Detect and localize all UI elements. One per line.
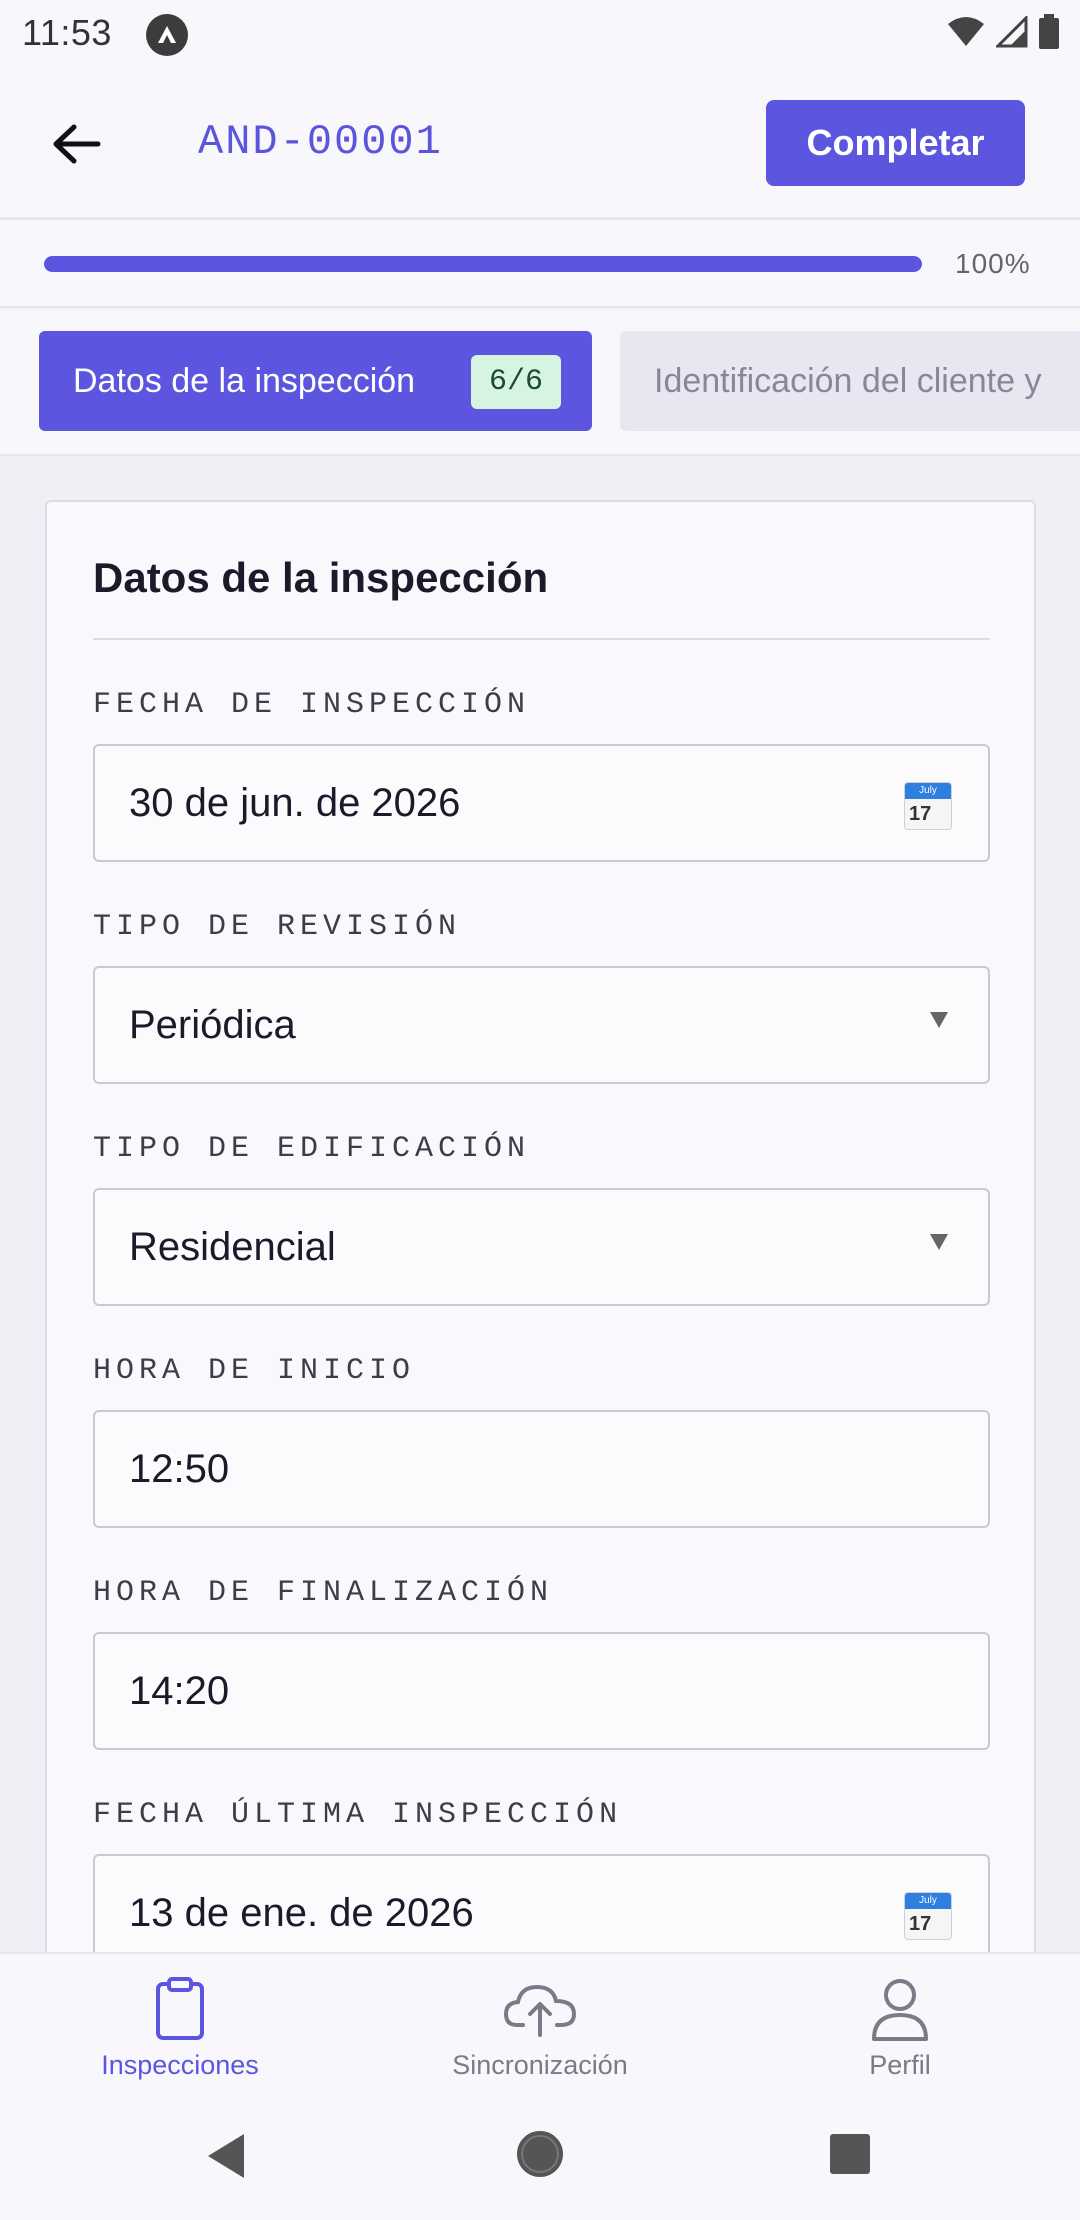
tab-label: Identificación del cliente y [654, 361, 1042, 400]
signal-icon [994, 14, 1028, 53]
building-type-select[interactable]: Residencial [93, 1188, 990, 1306]
end-time-field[interactable]: 14:20 [93, 1632, 990, 1750]
nav-item-inspecciones[interactable]: Inspecciones [30, 1954, 330, 2098]
battery-icon [1038, 14, 1060, 55]
progress-percent: 100% [955, 248, 1031, 279]
divider [93, 638, 990, 640]
nav-item-sincronizacion[interactable]: Sincronización [390, 1954, 690, 2098]
field-value: 12:50 [129, 1446, 230, 1491]
card-title: Datos de la inspección [93, 554, 549, 601]
inspection-date-field[interactable]: 30 de jun. de 2026 July 17 [93, 744, 990, 862]
field-value: 30 de jun. de 2026 [129, 780, 461, 825]
system-back-button[interactable] [204, 2132, 248, 2180]
nav-item-perfil[interactable]: Perfil [750, 1954, 1050, 2098]
field-label: FECHA DE INSPECCIÓN [93, 688, 531, 722]
arrow-left-icon [53, 124, 101, 164]
wifi-icon [946, 16, 986, 53]
tab-progress-badge: 6/6 [471, 355, 561, 409]
caret-down-icon [930, 1234, 948, 1250]
system-home-button[interactable] [514, 2128, 566, 2180]
inspection-data-card: Datos de la inspección FECHA DE INSPECCI… [45, 500, 1036, 1972]
field-label: TIPO DE EDIFICACIÓN [93, 1132, 531, 1166]
field-value: 13 de ene. de 2026 [129, 1890, 474, 1935]
app-notification-icon [146, 14, 188, 56]
status-indicators [946, 14, 1060, 55]
field-label: HORA DE INICIO [93, 1354, 416, 1388]
person-icon [870, 1974, 930, 2044]
system-recents-button[interactable] [828, 2132, 872, 2176]
system-navigation-bar [0, 2096, 1080, 2220]
back-button[interactable] [40, 112, 114, 176]
field-value: Periódica [129, 1002, 296, 1047]
caret-down-icon [930, 1012, 948, 1028]
field-label: FECHA ÚLTIMA INSPECCIÓN [93, 1798, 623, 1832]
tab-identificacion-cliente[interactable]: Identificación del cliente y [620, 331, 1080, 431]
calendar-icon[interactable]: July 17 [904, 782, 952, 830]
progress-bar [44, 256, 922, 272]
calendar-icon[interactable]: July 17 [904, 1892, 952, 1940]
progress-section: 100% [0, 220, 1080, 308]
square-recents-icon [830, 2134, 870, 2174]
circle-home-icon [517, 2131, 563, 2177]
start-time-field[interactable]: 12:50 [93, 1410, 990, 1528]
status-bar: 11:53 [0, 0, 1080, 72]
clipboard-icon [154, 1974, 206, 2044]
field-label: HORA DE FINALIZACIÓN [93, 1576, 554, 1610]
bottom-navigation: Inspecciones Sincronización Perfil [0, 1952, 1080, 2096]
nav-label: Inspecciones [101, 2050, 259, 2080]
progress-fill [44, 256, 922, 272]
tab-label: Datos de la inspección [73, 361, 416, 400]
nav-label: Sincronización [452, 2050, 628, 2080]
cloud-upload-icon [503, 1974, 577, 2044]
field-label: TIPO DE REVISIÓN [93, 910, 462, 944]
revision-type-select[interactable]: Periódica [93, 966, 990, 1084]
record-id: AND-00001 [198, 118, 443, 166]
triangle-back-icon [208, 2134, 244, 2178]
tab-datos-inspeccion[interactable]: Datos de la inspección 6/6 [39, 331, 592, 431]
status-time: 11:53 [22, 12, 112, 53]
field-value: Residencial [129, 1224, 336, 1269]
field-value: 14:20 [129, 1668, 230, 1713]
complete-button[interactable]: Completar [766, 100, 1025, 186]
section-tabs: Datos de la inspección 6/6 Identificació… [0, 310, 1080, 456]
nav-label: Perfil [869, 2050, 931, 2080]
app-bar: AND-00001 Completar [0, 72, 1080, 220]
